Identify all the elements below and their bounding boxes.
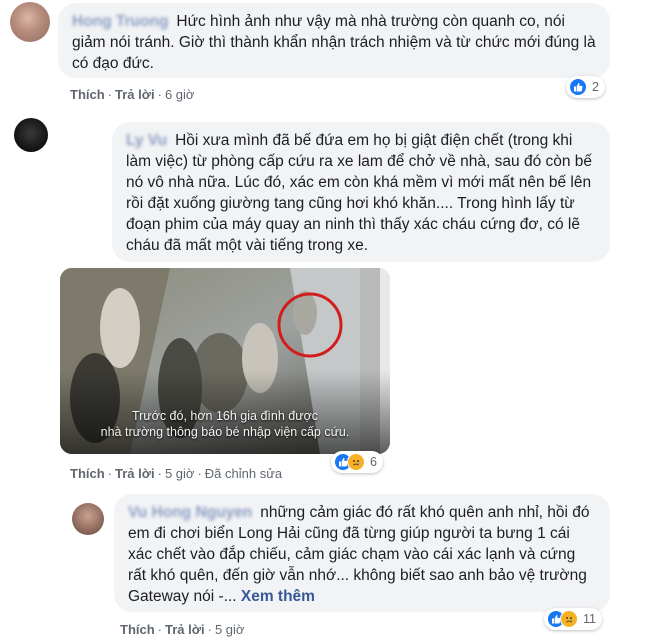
timestamp[interactable]: 6 giờ	[165, 87, 195, 102]
reaction-count: 6	[370, 455, 377, 469]
reaction-summary[interactable]: 6	[331, 451, 383, 473]
like-link[interactable]: Thích	[70, 466, 105, 481]
like-link[interactable]: Thích	[70, 87, 105, 102]
photo-caption: Trước đó, hơn 16h gia đình được nhà trườ…	[100, 409, 350, 439]
like-icon	[569, 78, 587, 96]
avatar[interactable]	[10, 2, 50, 42]
reaction-count: 11	[583, 612, 596, 626]
reaction-count: 2	[592, 80, 599, 94]
comment-actions: Thích · Trả lời · 5 giờ · Đã chỉnh sửa	[70, 466, 283, 481]
comment-bubble: Ly Vu Hồi xưa mình đã bế đứa em họ bị giậ…	[112, 122, 610, 262]
reply-link[interactable]: Trả lời	[165, 622, 205, 637]
comment-actions: Thích · Trả lời · 6 giờ	[70, 87, 195, 102]
comment-author[interactable]: Ly Vu	[126, 132, 167, 149]
comment-author[interactable]: Hong Truong	[72, 13, 168, 30]
reply-link[interactable]: Trả lời	[115, 466, 155, 481]
timestamp[interactable]: 5 giờ	[215, 622, 245, 637]
reply-link[interactable]: Trả lời	[115, 87, 155, 102]
like-link[interactable]: Thích	[120, 622, 155, 637]
reaction-summary[interactable]: 2	[566, 76, 605, 98]
sad-icon	[347, 453, 365, 471]
see-more-link[interactable]: Xem thêm	[241, 588, 315, 605]
avatar[interactable]	[72, 503, 104, 535]
avatar[interactable]	[14, 118, 48, 152]
reaction-summary[interactable]: 11	[544, 608, 602, 630]
comment-author[interactable]: Vu Hong Nguyen	[128, 504, 252, 521]
edited-label[interactable]: Đã chỉnh sửa	[205, 466, 282, 481]
comment-actions: Thích · Trả lời · 5 giờ	[120, 622, 245, 637]
comment-bubble: Vu Hong Nguyen những cảm giác đó rất khó …	[114, 494, 610, 612]
sad-icon	[560, 610, 578, 628]
comment-bubble: Hong Truong Hức hình ảnh như vậy mà nhà t…	[58, 3, 610, 78]
attached-photo[interactable]: Trước đó, hơn 16h gia đình được nhà trườ…	[60, 268, 390, 454]
comment-text: Hồi xưa mình đã bế đứa em họ bị giật điệ…	[126, 132, 593, 254]
timestamp[interactable]: 5 giờ	[165, 466, 195, 481]
